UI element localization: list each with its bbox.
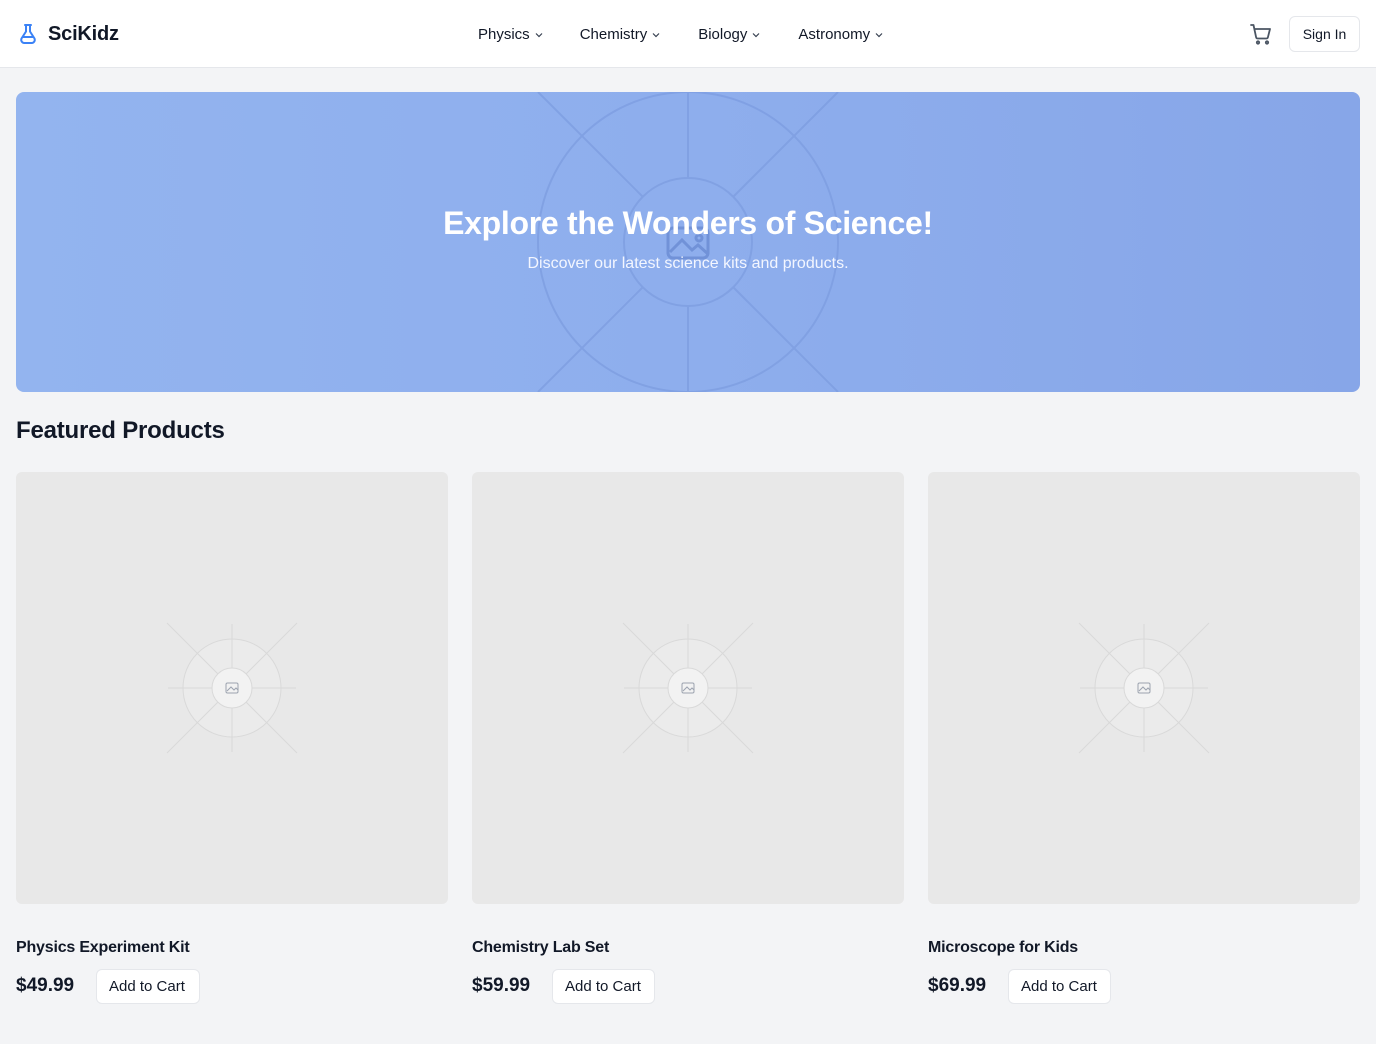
product-card: Chemistry Lab Set $59.99 Add to Cart xyxy=(472,472,904,1012)
nav-item-astronomy[interactable]: Astronomy xyxy=(798,22,884,46)
add-to-cart-button[interactable]: Add to Cart xyxy=(96,969,200,1004)
chevron-down-icon xyxy=(875,33,883,38)
nav-item-chemistry[interactable]: Chemistry xyxy=(580,22,662,46)
chevron-down-icon xyxy=(752,33,760,38)
hero-title: Explore the Wonders of Science! xyxy=(443,205,933,241)
sign-in-button[interactable]: Sign In xyxy=(1289,16,1360,52)
cart-icon[interactable] xyxy=(1249,22,1273,46)
add-to-cart-button[interactable]: Add to Cart xyxy=(1008,969,1111,1004)
nav-item-biology[interactable]: Biology xyxy=(698,22,761,46)
image-placeholder-icon xyxy=(1078,622,1210,754)
brand-name: SciKidz xyxy=(48,22,119,45)
hero-subtitle: Discover our latest science kits and pro… xyxy=(527,255,849,272)
product-image[interactable] xyxy=(16,472,448,904)
image-placeholder-icon xyxy=(622,622,754,754)
chevron-down-icon xyxy=(535,33,543,38)
product-name[interactable]: Chemistry Lab Set xyxy=(472,939,609,957)
product-price: $49.99 xyxy=(16,975,75,996)
chevron-down-icon xyxy=(652,33,660,38)
add-to-cart-button[interactable]: Add to Cart xyxy=(552,969,655,1004)
main-nav: Physics Chemistry Biology Astronomy xyxy=(478,22,884,46)
nav-item-label: Biology xyxy=(698,25,748,43)
section-title: Featured Products xyxy=(16,417,225,444)
product-card: Microscope for Kids $69.99 Add to Cart xyxy=(928,472,1360,1012)
nav-item-label: Astronomy xyxy=(798,25,871,43)
brand-logo[interactable]: SciKidz xyxy=(16,20,119,48)
product-image[interactable] xyxy=(472,472,904,904)
nav-item-label: Physics xyxy=(478,25,530,43)
product-price: $69.99 xyxy=(928,975,987,996)
product-name[interactable]: Microscope for Kids xyxy=(928,939,1078,957)
nav-item-label: Chemistry xyxy=(579,25,648,43)
product-image[interactable] xyxy=(928,472,1360,904)
site-header: SciKidz Physics Chemistry Biology Astron… xyxy=(0,0,1376,68)
flask-icon xyxy=(20,24,36,44)
nav-item-physics[interactable]: Physics xyxy=(478,22,544,46)
image-placeholder-icon xyxy=(166,622,298,754)
product-name[interactable]: Physics Experiment Kit xyxy=(16,939,190,957)
product-card: Physics Experiment Kit $49.99 Add to Car… xyxy=(16,472,448,1012)
product-price: $59.99 xyxy=(472,975,531,996)
hero-banner: Explore the Wonders of Science! Discover… xyxy=(16,92,1360,392)
image-placeholder-icon xyxy=(537,92,839,392)
